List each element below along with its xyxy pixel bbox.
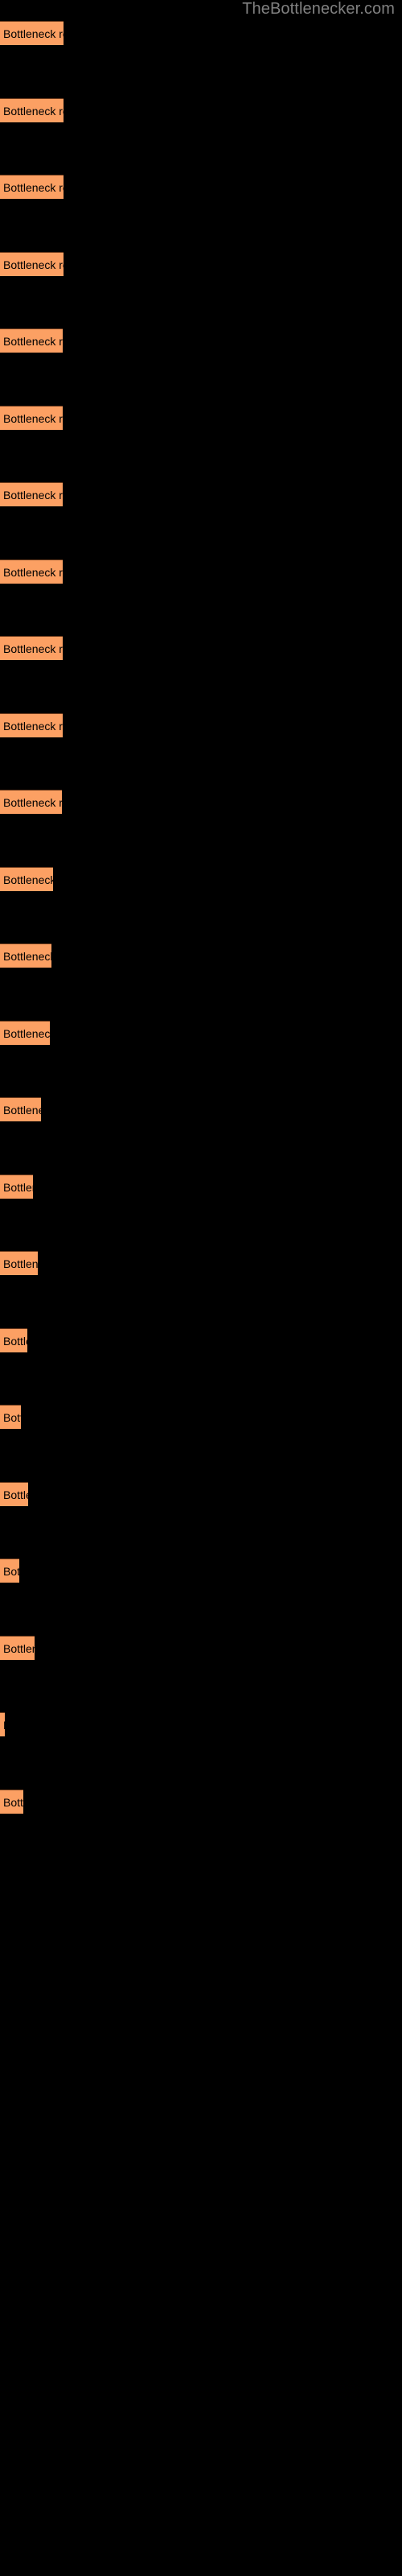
- bar[interactable]: Bottleneck result: [0, 1251, 38, 1275]
- bar[interactable]: Bottleneck result: [0, 328, 63, 353]
- bar-label: Bottleneck result: [3, 258, 64, 271]
- bar[interactable]: Bottleneck result: [0, 1327, 27, 1352]
- bar-row: Bottleneck result: [0, 21, 402, 45]
- bar-label: Bottleneck result: [3, 104, 64, 118]
- bar-label: Bottleneck result: [3, 27, 64, 40]
- bar-label: Bottleneck result: [3, 411, 63, 425]
- bar-row: Bottleneck result: [0, 1020, 402, 1045]
- bar[interactable]: Bottleneck result: [0, 21, 64, 45]
- bar-label: Bottleneck result: [3, 950, 51, 963]
- bar-row: Bottleneck result: [0, 866, 402, 891]
- bar[interactable]: Bottleneck result: [0, 1481, 28, 1506]
- bar-row: Bottleneck result: [0, 175, 402, 199]
- bar-label: Bottleneck result: [3, 181, 64, 194]
- bar-row: Bottleneck result: [0, 1635, 402, 1660]
- bar-row: Bottleneck result: [0, 1712, 402, 1736]
- bar-label: Bottleneck result: [3, 642, 63, 655]
- bar-label: Bottleneck result: [3, 1104, 41, 1117]
- bar-label: Bottleneck result: [3, 719, 63, 733]
- bar-label: Bottleneck result: [3, 335, 63, 348]
- bar[interactable]: Bottleneck result: [0, 1020, 50, 1045]
- bar-row: Bottleneck result: [0, 790, 402, 814]
- bar[interactable]: Bottleneck result: [0, 1174, 33, 1199]
- bar-label: Bottleneck result: [3, 1565, 19, 1578]
- bar[interactable]: Bottleneck result: [0, 943, 51, 968]
- bar-label: Bottleneck result: [3, 1180, 33, 1194]
- bar[interactable]: Bottleneck result: [0, 636, 63, 660]
- bar-row: Bottleneck result: [0, 1251, 402, 1275]
- bar-row: Bottleneck result: [0, 712, 402, 737]
- bar[interactable]: Bottleneck result: [0, 175, 64, 199]
- bar-row: Bottleneck result: [0, 559, 402, 584]
- bar[interactable]: Bottleneck result: [0, 1558, 19, 1583]
- bar-label: Bottleneck result: [3, 565, 63, 579]
- bar[interactable]: Bottleneck result: [0, 712, 63, 737]
- bar[interactable]: Bottleneck result: [0, 1405, 21, 1429]
- bar[interactable]: Bottleneck result: [0, 1789, 23, 1814]
- bar-row: Bottleneck result: [0, 1405, 402, 1429]
- bar[interactable]: Bottleneck result: [0, 790, 62, 814]
- bar-row: Bottleneck result: [0, 1174, 402, 1199]
- bar[interactable]: Bottleneck result: [0, 1635, 35, 1660]
- bar-label: Bottleneck result: [3, 1334, 27, 1348]
- bar-row: Bottleneck result: [0, 1789, 402, 1814]
- bar-label: Bottleneck result: [3, 489, 63, 502]
- bar-label: Bottleneck result: [3, 1713, 5, 1736]
- bar-row: Bottleneck result: [0, 1327, 402, 1352]
- bar[interactable]: Bottleneck result: [0, 559, 63, 584]
- bar-row: Bottleneck result: [0, 97, 402, 122]
- bar-label: Bottleneck result: [3, 1795, 23, 1809]
- bar-label: Bottleneck result: [3, 796, 62, 809]
- bar-label: Bottleneck result: [3, 1026, 50, 1040]
- bar-label: Bottleneck result: [3, 1641, 35, 1655]
- bar-row: Bottleneck result: [0, 636, 402, 660]
- bar-label: Bottleneck result: [3, 1411, 21, 1424]
- bar[interactable]: Bottleneck result: [0, 97, 64, 122]
- bar[interactable]: Bottleneck result: [0, 251, 64, 276]
- bar-row: Bottleneck result: [0, 1097, 402, 1121]
- bar-row: Bottleneck result: [0, 482, 402, 506]
- bar-row: Bottleneck result: [0, 1481, 402, 1506]
- bar-row: Bottleneck result: [0, 251, 402, 276]
- bar-label: Bottleneck result: [3, 873, 53, 886]
- bar[interactable]: Bottleneck result: [0, 482, 63, 506]
- bar-row: Bottleneck result: [0, 405, 402, 430]
- bar[interactable]: Bottleneck result: [0, 866, 53, 891]
- bar[interactable]: Bottleneck result: [0, 1712, 5, 1736]
- bar[interactable]: Bottleneck result: [0, 405, 63, 430]
- bar-row: Bottleneck result: [0, 943, 402, 968]
- bar[interactable]: Bottleneck result: [0, 1097, 41, 1121]
- bar-label: Bottleneck result: [3, 1257, 38, 1270]
- bottleneck-bar-chart: Bottleneck result Bottleneck result Bottle…: [0, 0, 402, 2576]
- bar-label: Bottleneck result: [3, 1488, 28, 1501]
- bar-row: Bottleneck result: [0, 328, 402, 353]
- bar-row: Bottleneck result: [0, 1558, 402, 1583]
